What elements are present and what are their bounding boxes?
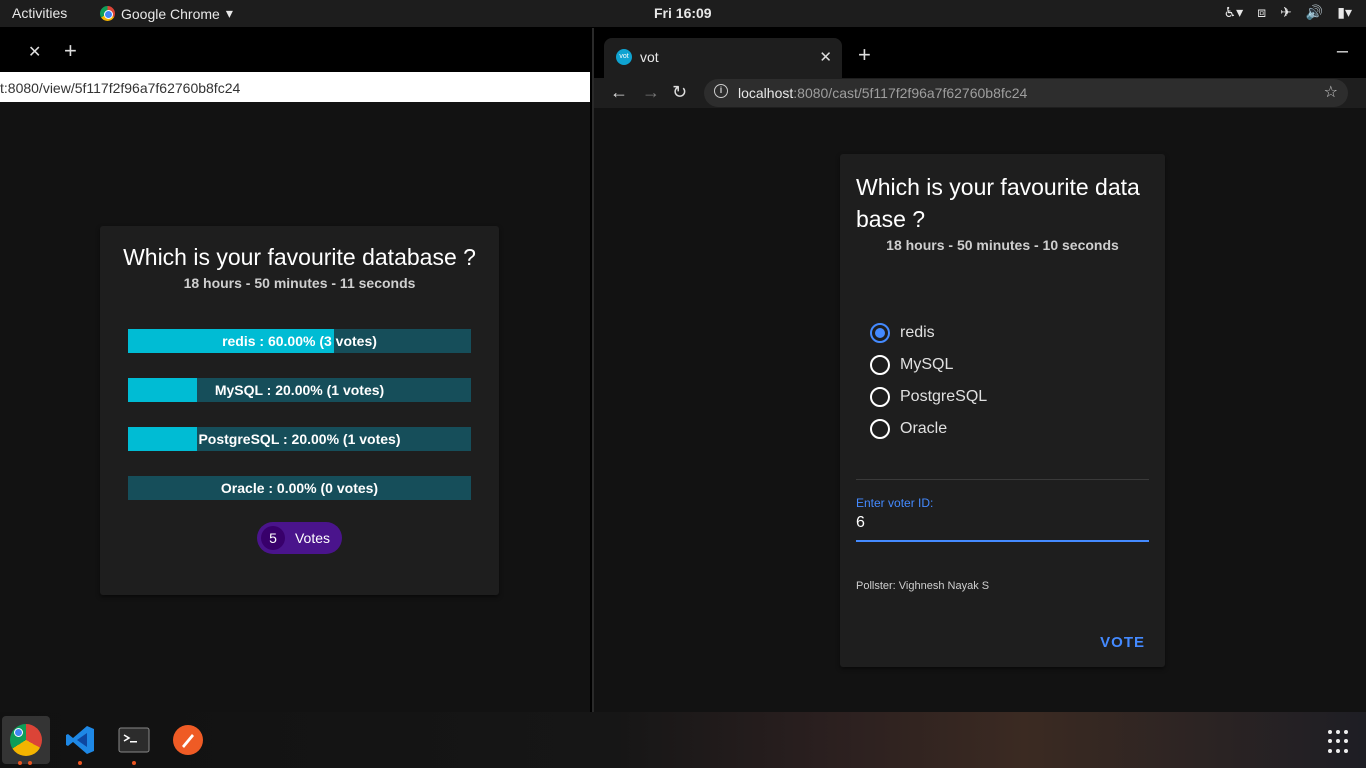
result-bar-label: redis : 60.00% (3 votes)	[222, 333, 377, 349]
minimize-window-button[interactable]: –	[1337, 40, 1348, 63]
browser-window-results: ✕ + t:8080/view/5f117f2f96a7f62760b8fc24…	[0, 28, 590, 712]
tab-title: vot	[640, 49, 659, 65]
radio-button[interactable]	[870, 323, 890, 343]
chrome-icon	[10, 724, 42, 756]
url-text: localhost:8080/cast/5f117f2f96a7f62760b8…	[738, 85, 1027, 101]
vscode-icon	[66, 726, 94, 754]
url-path: :8080/cast/5f117f2f96a7f62760b8fc24	[793, 85, 1028, 101]
volume-icon: 🔊	[1305, 4, 1324, 20]
vote-button[interactable]: VOTE	[1100, 634, 1145, 651]
activities-button[interactable]: Activities	[12, 5, 67, 21]
result-bar-label: PostgreSQL : 20.00% (1 votes)	[198, 431, 401, 447]
total-votes-count: 5	[260, 526, 285, 550]
close-tab-icon[interactable]: ✕	[28, 42, 41, 62]
show-applications-icon[interactable]	[1328, 730, 1352, 754]
terminal-icon	[118, 727, 150, 753]
system-top-bar: Activities Google Chrome ▾ Fri 16:09 ♿▾ …	[0, 0, 1366, 27]
running-indicator	[18, 761, 22, 765]
vote-option-label: redis	[900, 324, 935, 341]
poll-timer: 18 hours - 50 minutes - 11 seconds	[183, 275, 416, 291]
address-bar[interactable]: t:8080/view/5f117f2f96a7f62760b8fc24	[0, 72, 590, 102]
system-tray[interactable]: ♿▾ ⧈ ✈ 🔊 ▮▾	[1224, 4, 1352, 21]
vote-option-label: Oracle	[900, 420, 948, 437]
browser-toolbar: ← → ↻ i localhost:8080/cast/5f117f2f96a7…	[594, 78, 1366, 108]
dock-vscode[interactable]	[56, 716, 104, 765]
running-indicator	[132, 761, 136, 765]
vote-option-label: MySQL	[900, 356, 954, 373]
clock[interactable]: Fri 16:09	[654, 5, 712, 21]
running-indicator	[28, 761, 32, 765]
accessibility-icon[interactable]: ♿▾	[1224, 4, 1244, 21]
bookmark-star-icon[interactable]: ☆	[1324, 82, 1338, 102]
battery-icon: ▮▾	[1337, 4, 1352, 20]
chevron-down-icon: ▾	[225, 5, 233, 21]
results-bars: redis : 60.00% (3 votes) MySQL : 20.00% (…	[100, 329, 499, 500]
tab-vot[interactable]: vot vot ✕	[604, 38, 842, 78]
vote-card: Which is your favourite database ? 18 ho…	[840, 154, 1165, 667]
new-tab-button[interactable]: +	[64, 38, 77, 64]
app-menu-label: Google Chrome	[121, 5, 220, 22]
favicon: vot	[616, 49, 632, 65]
results-card: Which is your favourite database ? 18 ho…	[100, 226, 499, 595]
vote-option[interactable]: PostgreSQL	[870, 381, 1165, 413]
radio-button[interactable]	[870, 355, 890, 375]
forward-arrow-icon[interactable]: →	[642, 82, 660, 103]
pollster-text: Pollster: Vighnesh Nayak S	[856, 580, 990, 592]
poll-question: Which is your favourite database ?	[123, 244, 476, 270]
app-menu[interactable]: Google Chrome ▾	[100, 5, 233, 22]
result-bar: PostgreSQL : 20.00% (1 votes)	[128, 427, 471, 451]
vote-option-label: PostgreSQL	[900, 388, 988, 405]
back-arrow-icon[interactable]: ←	[610, 82, 628, 103]
running-indicator	[78, 761, 82, 765]
divider	[856, 479, 1149, 480]
result-bar: MySQL : 20.00% (1 votes)	[128, 378, 471, 402]
dock-chrome[interactable]	[2, 716, 50, 765]
new-tab-button[interactable]: +	[858, 42, 871, 68]
vote-options: redis MySQL PostgreSQL Oracle	[840, 317, 1165, 445]
result-bar-label: MySQL : 20.00% (1 votes)	[214, 382, 385, 398]
reload-icon[interactable]: ↻	[672, 82, 687, 103]
vote-option[interactable]: MySQL	[870, 349, 1165, 381]
poll-question: Which is your favourite database ?	[856, 174, 1140, 232]
total-votes-label: Votes	[294, 530, 331, 546]
result-bar-label: Oracle : 0.00% (0 votes)	[220, 480, 379, 496]
result-bar: redis : 60.00% (3 votes)	[128, 329, 471, 353]
dock	[0, 712, 1366, 768]
postman-icon	[173, 725, 203, 755]
radio-button[interactable]	[870, 419, 890, 439]
tab-strip: vot vot ✕ + –	[594, 28, 1366, 78]
url-text: t:8080/view/5f117f2f96a7f62760b8fc24	[0, 80, 241, 96]
close-tab-icon[interactable]: ✕	[819, 48, 832, 66]
url-host: localhost	[738, 85, 794, 101]
voter-id-input[interactable]	[856, 514, 1149, 532]
address-bar[interactable]: i localhost:8080/cast/5f117f2f96a7f62760…	[704, 79, 1348, 107]
total-votes-chip: 5 Votes	[256, 522, 343, 554]
result-bar: Oracle : 0.00% (0 votes)	[128, 476, 471, 500]
radio-button[interactable]	[870, 387, 890, 407]
site-info-icon[interactable]: i	[714, 84, 728, 98]
poll-timer: 18 hours - 50 minutes - 10 seconds	[886, 237, 1119, 253]
dock-terminal[interactable]	[110, 716, 158, 765]
dock-postman[interactable]	[164, 716, 212, 764]
voter-id-label: Enter voter ID:	[856, 496, 934, 510]
vote-option[interactable]: redis	[870, 317, 1165, 349]
browser-window-cast: vot vot ✕ + – ← → ↻ i localhost:8080/cas…	[592, 28, 1366, 712]
voter-id-field[interactable]: Enter voter ID:	[856, 496, 1149, 542]
airplane-mode-icon: ✈	[1280, 4, 1292, 20]
chrome-icon	[100, 6, 115, 21]
network-icon: ⧈	[1257, 4, 1267, 20]
tab-strip: ✕ +	[0, 28, 590, 72]
vote-option[interactable]: Oracle	[870, 413, 1165, 445]
